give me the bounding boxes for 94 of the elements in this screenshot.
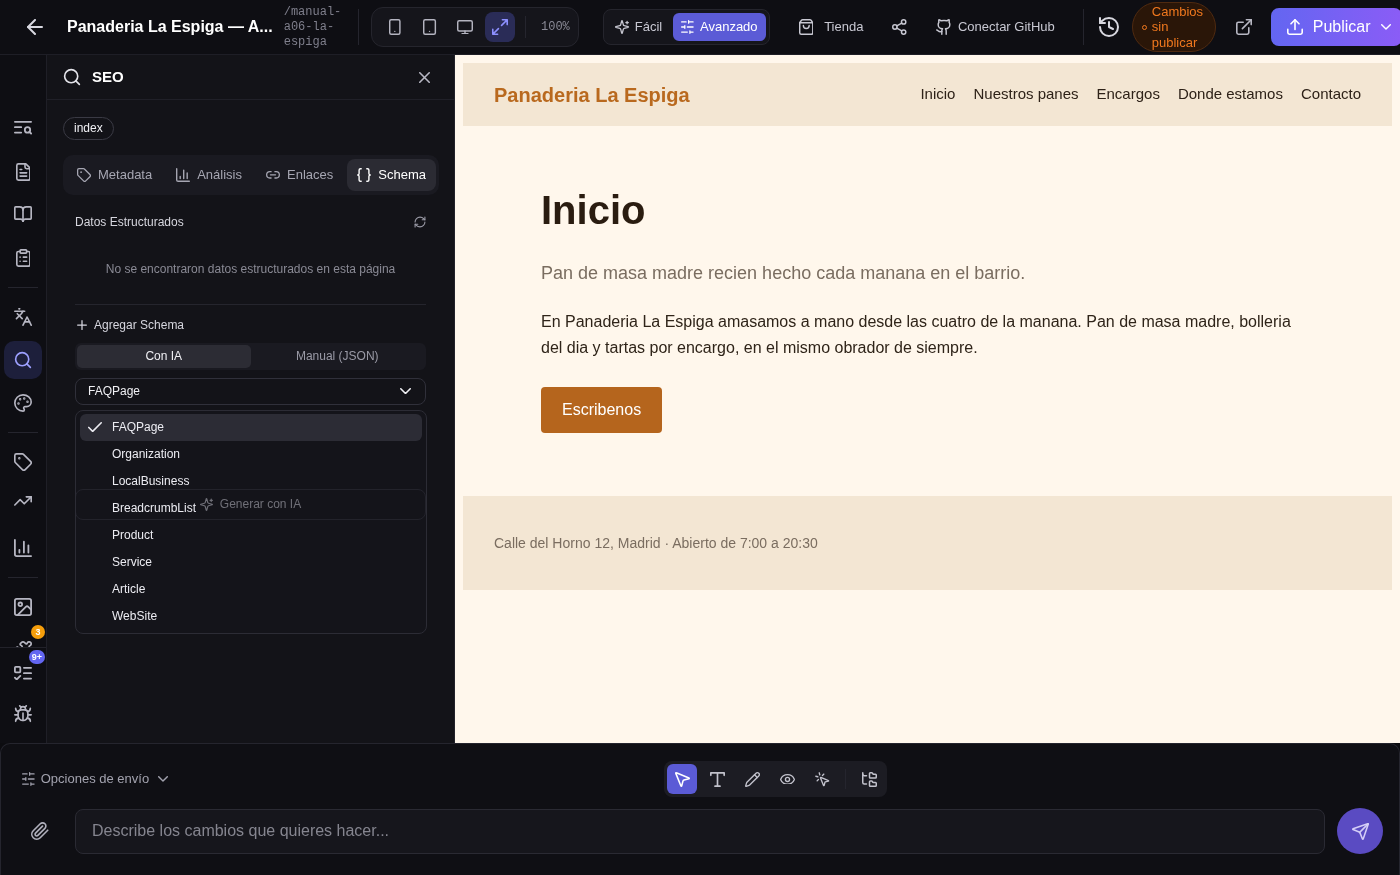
- check-icon: [88, 421, 102, 433]
- nav-link[interactable]: Donde estamos: [1177, 83, 1283, 106]
- sparkles-icon: [199, 497, 213, 511]
- tablet-icon: [423, 19, 437, 35]
- paperclip-icon[interactable]: [31, 822, 49, 840]
- external-link-icon[interactable]: [1235, 19, 1252, 35]
- tool-button[interactable]: [667, 764, 697, 794]
- notification-badge: 3: [31, 625, 45, 639]
- send-icon: [1351, 822, 1369, 840]
- page-heading: Inicio: [541, 188, 647, 232]
- translate-icon[interactable]: [14, 308, 32, 326]
- search-icon: [63, 68, 81, 86]
- message-input[interactable]: Describe los cambios que quieres hacer...: [75, 808, 1325, 854]
- chevron-down-icon: [1380, 24, 1391, 30]
- click-pointer-icon: [814, 771, 830, 787]
- project-title: Panaderia La Espiga — A...: [67, 17, 273, 37]
- eye-icon: [779, 773, 795, 785]
- expand-arrows-icon: [492, 19, 508, 35]
- pointer-icon: [674, 771, 690, 787]
- menu-item[interactable]: Article: [80, 575, 154, 603]
- seo-tab[interactable]: Enlaces: [256, 159, 344, 191]
- upload-icon: [1286, 19, 1303, 35]
- schema-type-select[interactable]: FAQPage: [75, 377, 426, 405]
- text-tool-icon: [709, 771, 725, 787]
- monitor-icon: [457, 19, 473, 35]
- segment-tab[interactable]: Manual (JSON): [250, 344, 424, 368]
- contact-button[interactable]: Escribenos: [541, 387, 663, 433]
- section-title: Datos Estructurados: [75, 214, 184, 231]
- unsaved-changes-button[interactable]: Cambios sin publicar: [1131, 2, 1216, 52]
- close-icon[interactable]: [419, 71, 430, 83]
- search-icon: [14, 351, 32, 369]
- nav-link[interactable]: Encargos: [1096, 83, 1160, 106]
- clipboard-icon[interactable]: [15, 249, 31, 267]
- github-icon: [935, 19, 952, 35]
- nav-link[interactable]: Nuestros panes: [973, 83, 1079, 106]
- chevron-down-icon: [158, 776, 169, 782]
- github-button[interactable]: Conectar GitHub: [935, 17, 1055, 37]
- menu-item[interactable]: WebSite: [80, 602, 166, 630]
- publish-button[interactable]: Publicar: [1270, 8, 1400, 46]
- checklist-icon[interactable]: [14, 666, 32, 681]
- notification-badge: 9+: [28, 650, 45, 664]
- phone-icon: [389, 19, 401, 35]
- project-path: /manual-a06-la-espiga: [283, 4, 343, 50]
- panel-title: SEO: [92, 66, 124, 87]
- folder-tree-icon: [861, 771, 877, 787]
- pencil-icon: [744, 771, 760, 787]
- menu-item[interactable]: Service: [80, 548, 160, 576]
- share-icon[interactable]: [892, 19, 907, 35]
- device-button[interactable]: [485, 12, 515, 42]
- tag-icon[interactable]: [14, 453, 32, 471]
- menu-item[interactable]: Product: [80, 521, 162, 549]
- menu-item[interactable]: Organization: [80, 440, 189, 468]
- send-button[interactable]: [1337, 808, 1383, 854]
- bug-icon[interactable]: [14, 705, 32, 723]
- image-icon[interactable]: [14, 598, 32, 616]
- back-arrow-icon[interactable]: [27, 19, 43, 35]
- sliders-icon: [22, 772, 35, 786]
- nav-link[interactable]: Contacto: [1300, 83, 1361, 106]
- bar-chart-icon[interactable]: [14, 539, 32, 557]
- store-button[interactable]: Tienda: [798, 17, 864, 37]
- plus-icon: [77, 320, 87, 330]
- mode-tab[interactable]: Fácil: [606, 13, 671, 41]
- lead-text: Pan de masa madre recien hecho cada manana en el barrio.: [541, 262, 1027, 285]
- link-icon: [266, 171, 280, 179]
- refresh-icon[interactable]: [414, 216, 426, 228]
- body-text: En Panaderia La Espiga amasamos a mano desde las cuatro de la manana. Pan de masa madre, bolleria del dia y tartas por encargo, en el mismo obrador de siempre.: [541, 312, 1292, 358]
- sliders-icon: [681, 20, 694, 34]
- bar-chart-icon: [176, 168, 191, 182]
- menu-item[interactable]: BreadcrumbList: [80, 494, 205, 522]
- book-icon[interactable]: [14, 206, 32, 223]
- footer-text: Calle del Horno 12, Madrid · Abierto de 7:00 a 20:30: [494, 533, 818, 553]
- tag-icon: [77, 168, 91, 182]
- add-schema-button[interactable]: Agregar Schema: [75, 316, 185, 334]
- braces-icon: [357, 168, 372, 182]
- text-search-icon[interactable]: [14, 120, 32, 136]
- seo-tab[interactable]: Metadata: [67, 159, 163, 191]
- zoom-level: 100%: [541, 19, 570, 36]
- menu-item[interactable]: FAQPage: [80, 413, 422, 441]
- sidebar-button[interactable]: [4, 341, 42, 379]
- shopping-bag-icon: [798, 19, 814, 35]
- document-icon[interactable]: [15, 163, 31, 181]
- trending-up-icon[interactable]: [14, 496, 32, 506]
- palette-icon[interactable]: [14, 394, 32, 412]
- nav-link[interactable]: Inicio: [920, 83, 956, 106]
- sparkles-icon: [614, 20, 629, 34]
- empty-message: No se encontraron datos estructurados en esta página: [104, 261, 397, 277]
- puzzle-icon[interactable]: [14, 641, 32, 647]
- seo-tab[interactable]: Análisis: [166, 159, 252, 191]
- chevron-down-icon: [400, 387, 411, 395]
- mode-tab[interactable]: Avanzado: [673, 13, 766, 41]
- history-icon[interactable]: [1098, 17, 1119, 37]
- send-options-button[interactable]: Opciones de envío: [22, 769, 169, 789]
- segment-tab[interactable]: Con IA: [77, 344, 251, 368]
- seo-tab[interactable]: Schema: [347, 159, 436, 191]
